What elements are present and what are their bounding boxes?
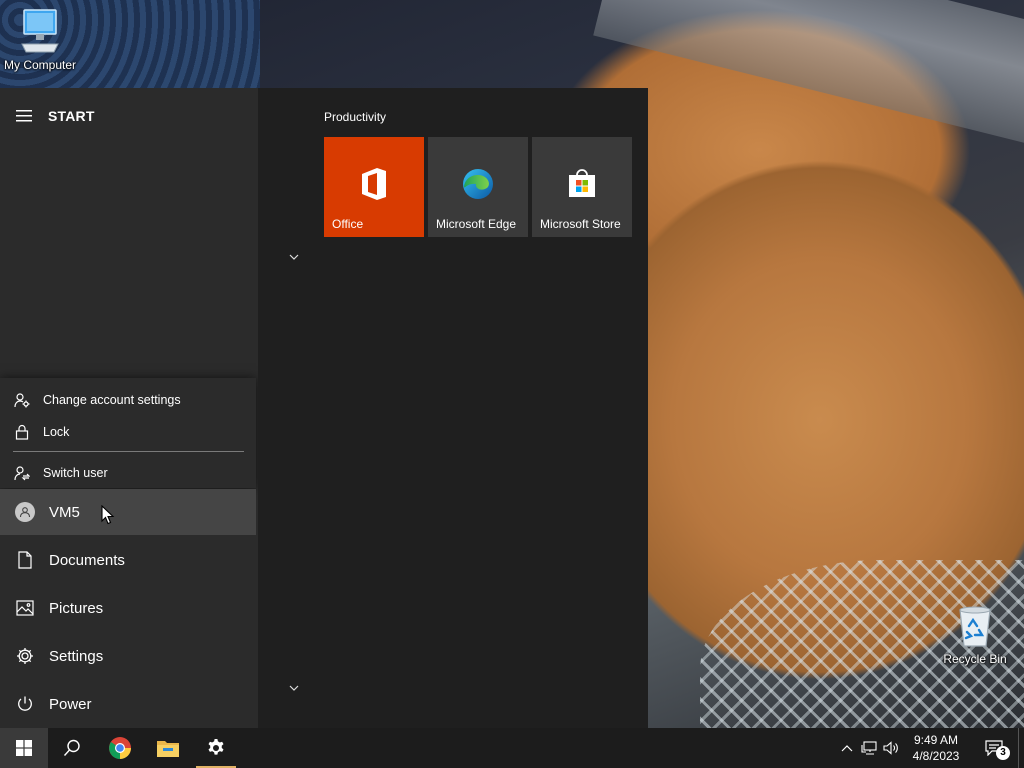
action-center-button[interactable]: 3 (970, 728, 1018, 768)
volume-icon[interactable] (880, 728, 902, 768)
chevron-down-icon[interactable] (286, 680, 302, 696)
tile-label: Office (332, 217, 364, 231)
start-menu: START Change account settings Lock Switc… (0, 88, 648, 728)
settings-icon (208, 739, 224, 755)
desktop-icon-my-computer[interactable]: My Computer (0, 6, 80, 72)
microsoft-edge-tile[interactable]: Microsoft Edge (428, 137, 528, 237)
power-label: Power (49, 695, 92, 713)
notification-count-badge: 3 (996, 746, 1010, 760)
show-hidden-icons-chevron-up-icon[interactable] (836, 728, 858, 768)
show-desktop-button[interactable] (1018, 728, 1024, 768)
network-icon[interactable] (858, 728, 880, 768)
switch-user-icon (0, 465, 43, 481)
clock[interactable]: 9:49 AM 4/8/2023 (902, 732, 970, 764)
start-menu-left-pane: START Change account settings Lock Switc… (0, 88, 258, 728)
user-settings-icon (0, 392, 43, 408)
start-menu-header[interactable]: START (0, 102, 258, 130)
pictures-button[interactable]: Pictures (0, 585, 256, 631)
switch-user-item[interactable]: Switch user (0, 458, 256, 488)
lock-icon (0, 424, 43, 440)
chrome-icon (109, 737, 131, 759)
picture-icon (0, 600, 49, 616)
office-icon (324, 167, 424, 201)
tile-group-title[interactable]: Productivity (324, 110, 386, 124)
mouse-cursor-icon (101, 505, 115, 525)
file-explorer-button[interactable] (144, 728, 192, 768)
desktop-icon-label: My Computer (3, 58, 77, 72)
change-account-settings-item[interactable]: Change account settings (0, 385, 256, 415)
wallpaper-rail (593, 0, 1024, 162)
tile-label: Microsoft Edge (436, 217, 517, 231)
file-explorer-icon (157, 741, 179, 757)
settings-app-button[interactable] (192, 728, 240, 768)
desktop-icon-recycle-bin[interactable]: Recycle Bin (935, 604, 1015, 666)
recycle-bin-icon (959, 606, 991, 647)
lock-item[interactable]: Lock (0, 417, 256, 447)
clock-date: 4/8/2023 (912, 749, 960, 763)
documents-label: Documents (49, 551, 125, 569)
flyout-divider (13, 451, 244, 452)
taskbar: 9:49 AM 4/8/2023 3 (0, 728, 1024, 768)
store-icon (532, 167, 632, 199)
settings-button[interactable]: Settings (0, 633, 256, 679)
computer-icon (21, 9, 59, 53)
chevron-down-icon[interactable] (286, 249, 302, 265)
desktop-icon-label: Recycle Bin (943, 652, 1007, 666)
power-icon (0, 695, 49, 713)
search-button[interactable] (48, 728, 96, 768)
user-icon (19, 507, 30, 518)
switch-user-label: Switch user (43, 466, 108, 480)
change-account-label: Change account settings (43, 393, 181, 407)
tile-label: Microsoft Store (540, 217, 621, 231)
lock-label: Lock (43, 425, 70, 439)
search-icon (63, 739, 80, 756)
tile-area: Productivity Office Microsoft Edge Micro… (258, 88, 648, 728)
user-name: VM5 (49, 503, 80, 521)
system-tray: 9:49 AM 4/8/2023 3 (836, 728, 1024, 768)
document-icon (0, 551, 49, 569)
account-flyout: Change account settings Lock Switch user (0, 378, 256, 488)
settings-label: Settings (49, 647, 104, 665)
documents-button[interactable]: Documents (0, 537, 256, 583)
start-menu-title: START (48, 108, 95, 124)
power-button[interactable]: Power (0, 681, 256, 727)
gear-icon (0, 647, 49, 665)
pictures-label: Pictures (49, 599, 104, 617)
microsoft-store-tile[interactable]: Microsoft Store (532, 137, 632, 237)
edge-icon (428, 167, 528, 201)
start-button[interactable] (0, 728, 48, 768)
hamburger-icon[interactable] (0, 110, 48, 122)
windows-logo-icon (16, 740, 32, 756)
chrome-button[interactable] (96, 728, 144, 768)
office-tile[interactable]: Office (324, 137, 424, 237)
clock-time: 9:49 AM (913, 733, 959, 747)
avatar (14, 502, 35, 522)
user-account-button[interactable]: VM5 (0, 489, 256, 535)
